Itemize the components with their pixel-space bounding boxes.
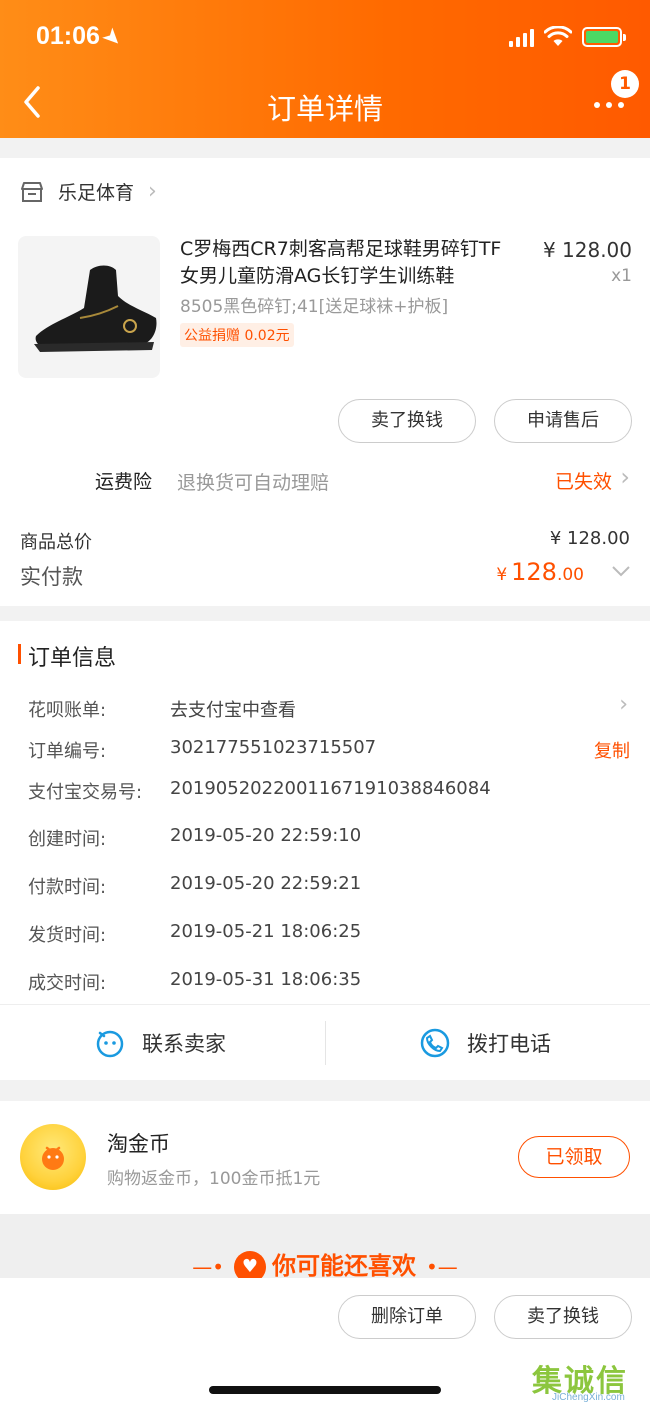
shipping-insurance-status[interactable]: 已失效 [555, 467, 612, 494]
coins-claimed-button[interactable]: 已领取 [518, 1136, 630, 1178]
product-quantity: x1 [611, 266, 632, 286]
location-arrow-icon: ➤ [98, 24, 126, 52]
shop-link[interactable]: 乐足体育 › [20, 178, 157, 205]
watermark-url: JiChengXin.com [552, 1392, 625, 1403]
product-sku: 8505黑色碎钉;41[送足球袜+护板] [180, 297, 449, 317]
sell-for-cash-button[interactable]: 卖了换钱 [494, 1295, 632, 1339]
gold-coin-icon [20, 1124, 86, 1190]
chevron-right-icon: › [619, 692, 628, 717]
contact-seller-button[interactable]: 联系卖家 [94, 1005, 226, 1081]
info-row-label: 支付宝交易号: [28, 782, 143, 803]
chevron-down-icon[interactable] [610, 560, 632, 582]
order-info-title: 订单信息 [28, 646, 117, 671]
call-phone-button[interactable]: 拨打电话 [419, 1005, 551, 1081]
product-image[interactable] [18, 236, 160, 378]
product-title[interactable]: C罗梅西CR7刺客高帮足球鞋男碎钉TF女男儿童防滑AG长钉学生训练鞋 [180, 236, 520, 290]
shipped-time: 2019-05-21 18:06:25 [170, 921, 362, 942]
delete-order-button[interactable]: 删除订单 [338, 1295, 476, 1339]
football-boot-image [34, 265, 157, 352]
info-row-label: 订单编号: [28, 741, 107, 762]
shop-name: 乐足体育 [58, 182, 135, 204]
created-time: 2019-05-20 22:59:10 [170, 825, 362, 846]
home-indicator[interactable] [209, 1386, 441, 1394]
info-row-label: 创建时间: [28, 829, 107, 850]
after-sale-button[interactable]: 申请售后 [494, 399, 632, 443]
info-row-label: 成交时间: [28, 973, 107, 994]
goods-total-label: 商品总价 [20, 532, 92, 553]
chat-bubble-icon [96, 1030, 124, 1058]
info-row-label: 花呗账单: [28, 700, 107, 721]
more-dots-icon [594, 102, 624, 108]
product-price: ¥ 128.00 [542, 238, 632, 262]
status-icons [509, 26, 626, 48]
huabei-bill-link[interactable]: 去支付宝中查看 [170, 696, 296, 722]
coins-title: 淘金币 [107, 1132, 170, 1156]
paid-amount-value: ¥128.00 [496, 558, 584, 586]
phone-icon [420, 1028, 450, 1058]
notification-badge: 1 [611, 70, 639, 98]
contact-row: 联系卖家 拨打电话 [0, 1004, 650, 1080]
sell-for-cash-button[interactable]: 卖了换钱 [338, 399, 476, 443]
donation-tag: 公益捐赠 0.02元 [180, 323, 294, 347]
shipping-insurance-desc: 退换货可自动理赔 [177, 472, 330, 494]
alipay-trade-number: 2019052022001167191038846084 [170, 778, 491, 799]
chevron-right-icon: › [620, 463, 630, 491]
battery-icon [582, 27, 626, 47]
info-row-label: 付款时间: [28, 877, 107, 898]
shop-icon [21, 181, 43, 202]
wifi-icon [544, 26, 572, 46]
call-phone-label: 拨打电话 [467, 1032, 551, 1056]
page-title: 订单详情 [266, 92, 383, 126]
cellular-signal-icon [509, 27, 534, 47]
info-row-label: 发货时间: [28, 925, 107, 946]
nav-header: 01:06➤ 订单详情 1 [0, 0, 650, 138]
decor-line-right: •— [426, 1255, 458, 1279]
goods-total-value: ¥ 128.00 [549, 528, 630, 549]
chevron-right-icon: › [148, 179, 157, 204]
contact-seller-label: 联系卖家 [142, 1032, 226, 1056]
decor-line-left: —• [192, 1255, 224, 1279]
watermark: 集诚信 JiChengXin.com [532, 1356, 644, 1406]
divider [325, 1021, 326, 1065]
completed-time: 2019-05-31 18:06:35 [170, 969, 362, 990]
section-accent-bar [18, 644, 21, 664]
paid-amount-label: 实付款 [20, 565, 83, 589]
coins-desc: 购物返金币，100金币抵1元 [107, 1169, 321, 1189]
order-number-value: 302177551023715507 [170, 737, 377, 758]
copy-button[interactable]: 复制 [594, 737, 630, 763]
status-time: 01:06➤ [36, 22, 126, 52]
shipping-insurance-label: 运费险 [95, 471, 153, 493]
paid-time: 2019-05-20 22:59:21 [170, 873, 362, 894]
